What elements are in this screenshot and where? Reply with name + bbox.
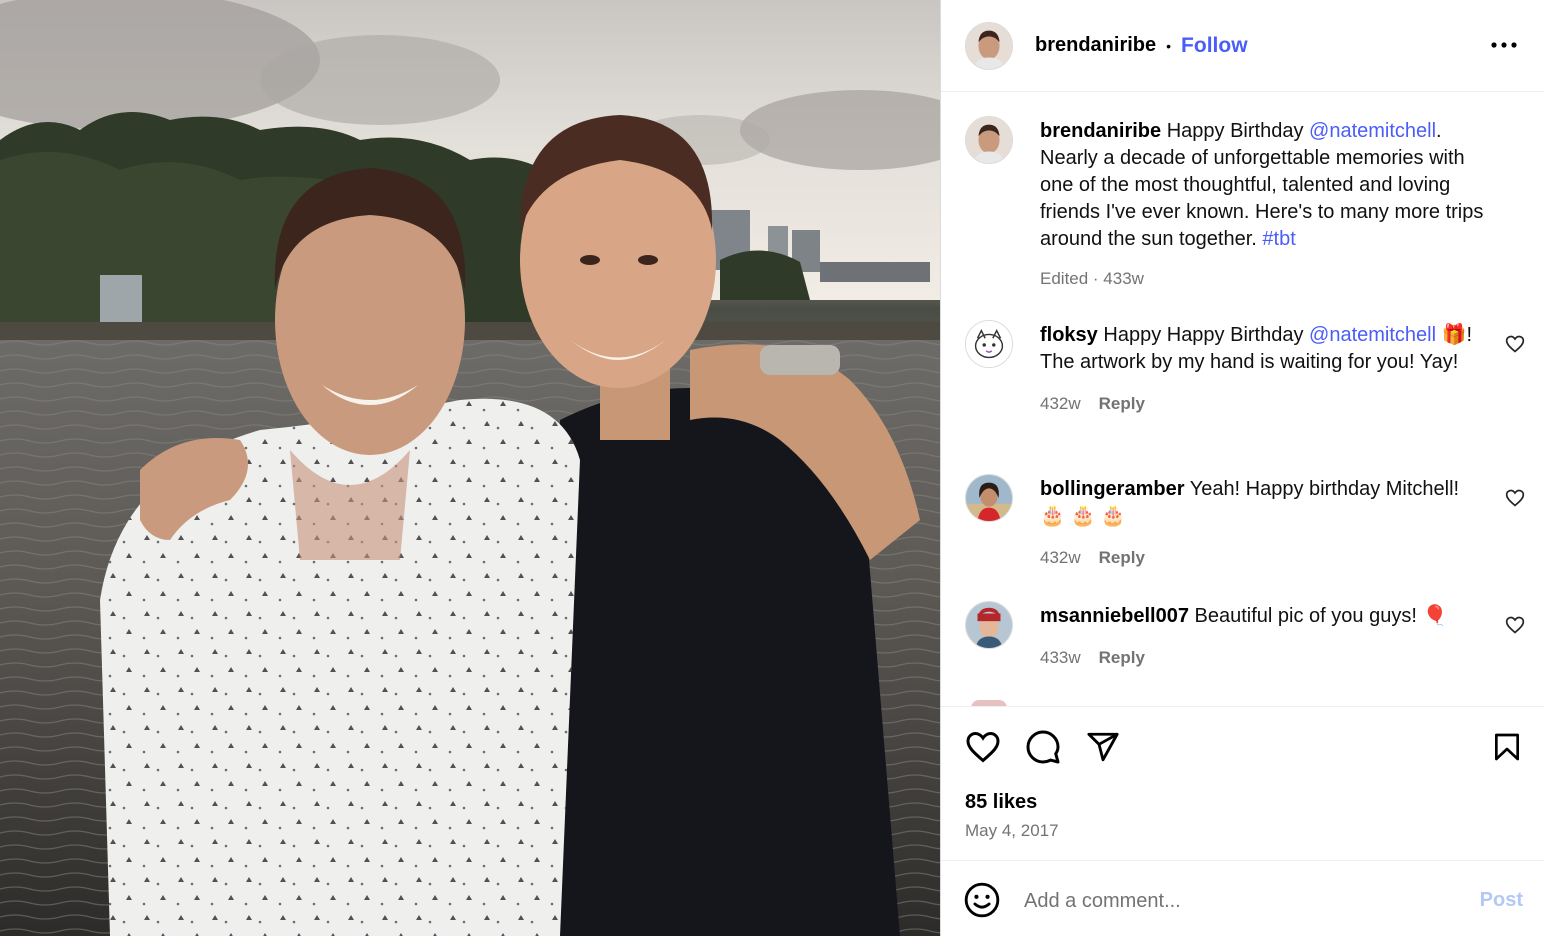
likes-count[interactable]: 85 likes	[965, 791, 1037, 814]
save-button[interactable]	[1487, 727, 1527, 767]
post-detail-panel: brendaniribe • Follow brendaniribe Happy…	[940, 0, 1544, 936]
emoji-button[interactable]	[963, 881, 1001, 919]
more-horizontal-icon	[1491, 42, 1517, 48]
post-header: brendaniribe • Follow	[941, 0, 1544, 92]
comment-like-button[interactable]	[1505, 488, 1525, 508]
share-icon	[1087, 732, 1119, 762]
post-comment-button[interactable]: Post	[1480, 889, 1523, 912]
caption-mention[interactable]: @natemitchell	[1309, 120, 1436, 142]
comment-text: Beautiful pic of you guys! 🎈	[1194, 605, 1448, 627]
comment-body: msanniebell007 Beautiful pic of you guys…	[1040, 603, 1495, 671]
comment-avatar[interactable]	[965, 320, 1013, 368]
comment-input[interactable]	[1024, 883, 1444, 919]
comments-list[interactable]: brendaniribe Happy Birthday @natemitchel…	[941, 92, 1544, 706]
comment-username[interactable]: msanniebell007	[1040, 605, 1189, 627]
comment-avatar[interactable]	[965, 601, 1013, 649]
heart-icon	[966, 731, 1000, 763]
comment-button[interactable]	[1023, 727, 1063, 767]
comment-mention[interactable]: @natemitchell	[1309, 324, 1436, 346]
comment-text-before: Happy Happy Birthday	[1103, 324, 1304, 346]
comment-like-button[interactable]	[1505, 334, 1525, 354]
header-separator: •	[1166, 37, 1172, 54]
caption-text-before: Happy Birthday	[1166, 120, 1304, 142]
heart-icon	[1505, 335, 1525, 353]
comment-body: bollingeramber Yeah! Happy birthday Mitc…	[1040, 476, 1495, 571]
post-actions: 85 likes May 4, 2017	[941, 706, 1544, 860]
comment-text-before: Yeah! Happy birthday Mitchell!	[1189, 478, 1460, 500]
comment-text-after: 🎂 🎂 🎂	[1040, 505, 1126, 527]
reply-button[interactable]: Reply	[1099, 544, 1145, 571]
caption-meta: Edited · 433w	[1040, 269, 1144, 288]
caption-avatar-image	[966, 117, 1012, 163]
author-username[interactable]: brendaniribe	[1035, 34, 1156, 57]
comment-icon	[1026, 730, 1060, 764]
heart-icon	[1505, 489, 1525, 507]
comment-username[interactable]: bollingeramber	[1040, 478, 1184, 500]
more-options-button[interactable]	[1489, 30, 1519, 60]
author-avatar[interactable]	[965, 21, 1013, 70]
add-comment-bar: Post	[941, 860, 1544, 936]
caption-avatar[interactable]	[965, 116, 1013, 164]
comment-time: 432w	[1040, 394, 1081, 413]
caption-body: brendaniribe Happy Birthday @natemitchel…	[1040, 118, 1495, 292]
emoji-icon	[964, 882, 1000, 918]
author-avatar-image	[966, 22, 1012, 69]
share-button[interactable]	[1083, 727, 1123, 767]
comment-like-button[interactable]	[1505, 615, 1525, 635]
comment-body: floksy Happy Happy Birthday @natemitchel…	[1040, 322, 1495, 417]
post-photo[interactable]	[0, 0, 940, 936]
comment-avatar-image	[966, 602, 1012, 648]
heart-icon	[1505, 616, 1525, 634]
comment-time: 433w	[1040, 648, 1081, 667]
comment-avatar-image	[966, 321, 1012, 367]
comment-username[interactable]: floksy	[1040, 324, 1098, 346]
bookmark-icon	[1495, 733, 1519, 761]
post-date[interactable]: May 4, 2017	[965, 821, 1059, 841]
comment-time: 432w	[1040, 548, 1081, 567]
caption-hashtag[interactable]: #tbt	[1262, 228, 1295, 250]
comment-avatar-image	[966, 475, 1012, 521]
comment-avatar[interactable]	[965, 474, 1013, 522]
post-photo-illustration	[0, 0, 940, 936]
caption-username[interactable]: brendaniribe	[1040, 120, 1161, 142]
like-button[interactable]	[963, 727, 1003, 767]
reply-button[interactable]: Reply	[1099, 644, 1145, 671]
reply-button[interactable]: Reply	[1099, 390, 1145, 417]
follow-button[interactable]: Follow	[1181, 34, 1248, 58]
